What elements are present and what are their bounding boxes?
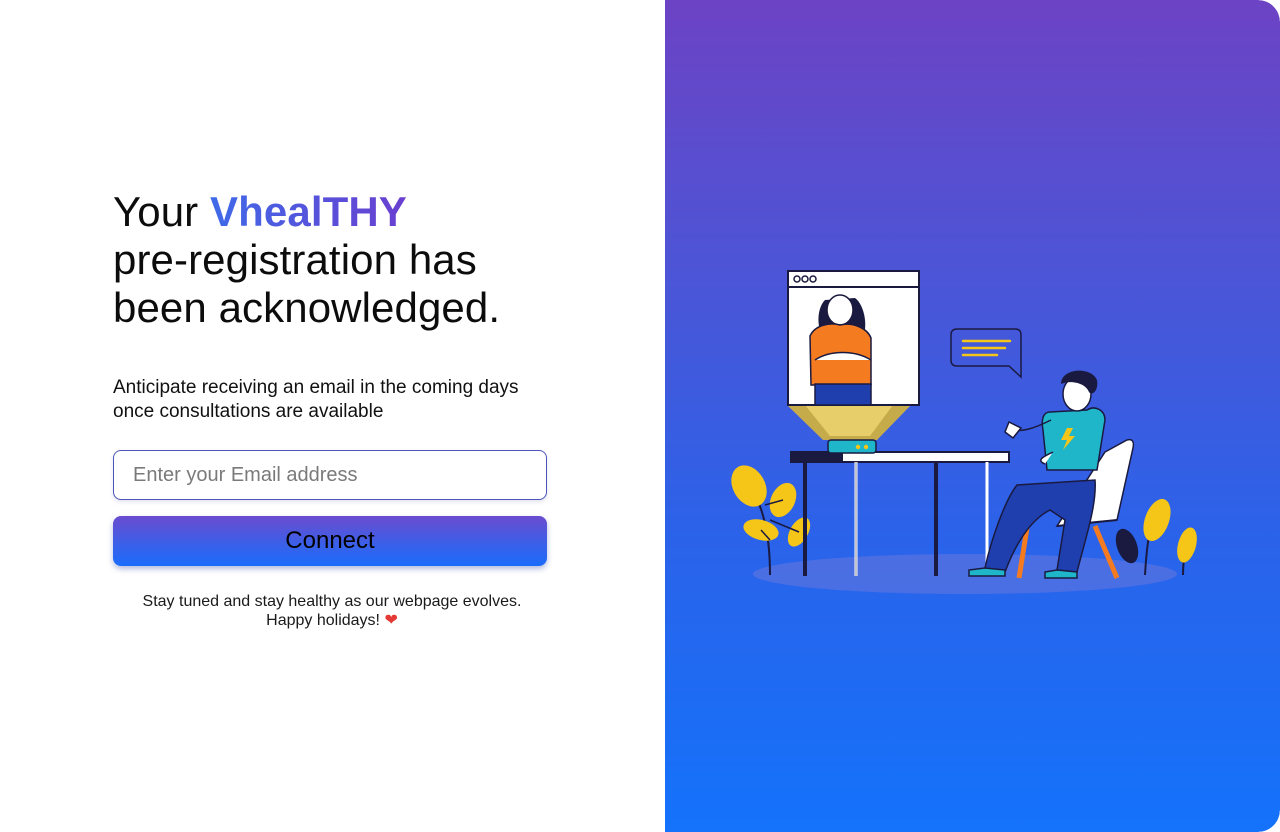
footnote-line-2: Happy holidays! xyxy=(266,612,380,629)
telehealth-illustration xyxy=(731,270,1197,594)
plant-icon xyxy=(731,465,811,576)
chat-bubble-icon xyxy=(950,328,1022,379)
illustration-panel xyxy=(665,0,1280,832)
projector-icon xyxy=(787,405,911,454)
seated-man xyxy=(968,370,1106,579)
footnote-line-1: Stay tuned and stay healthy as our webpa… xyxy=(142,593,522,610)
connect-button[interactable]: Connect xyxy=(113,516,547,566)
title-line-2: pre-registration has xyxy=(113,236,477,283)
subtitle-line-1: Anticipate receiving an email in the com… xyxy=(113,377,519,398)
video-call-window-icon xyxy=(787,270,920,406)
page: Your VhealTHY pre-registration has been … xyxy=(0,0,1280,832)
page-title: Your VhealTHY pre-registration has been … xyxy=(113,188,613,332)
brand-name: VhealTHY xyxy=(210,188,407,235)
heart-icon: ❤ xyxy=(384,612,398,629)
title-line-3: been acknowledged. xyxy=(113,284,501,331)
left-panel: Your VhealTHY pre-registration has been … xyxy=(0,0,665,832)
subtitle-line-2: once consultations are available xyxy=(113,401,384,422)
email-field[interactable] xyxy=(113,450,547,500)
subtitle: Anticipate receiving an email in the com… xyxy=(113,376,593,424)
footnote: Stay tuned and stay healthy as our webpa… xyxy=(113,592,551,630)
title-prefix: Your xyxy=(113,188,199,235)
